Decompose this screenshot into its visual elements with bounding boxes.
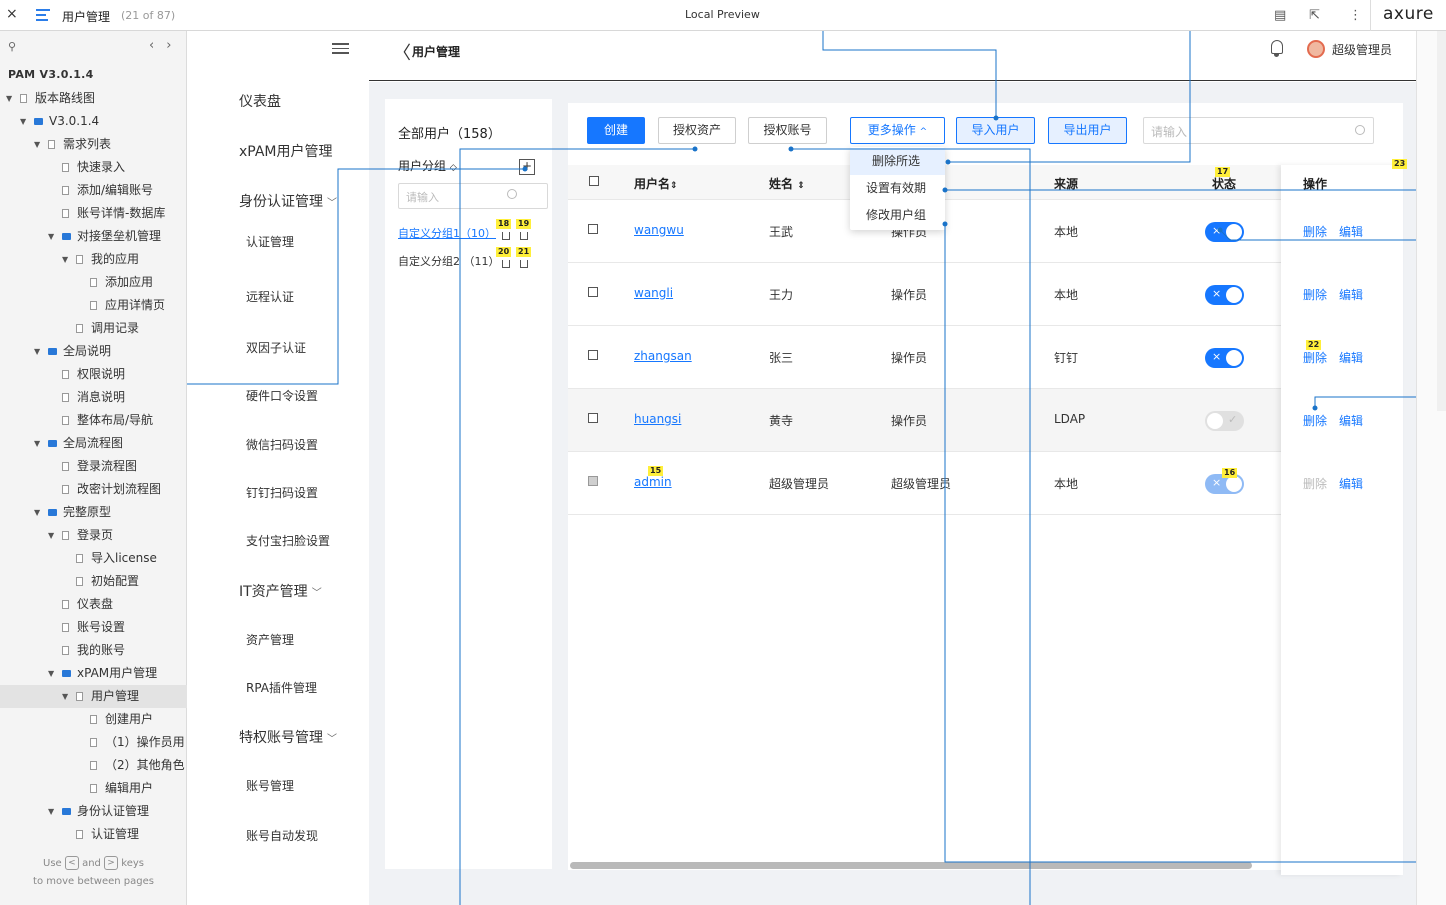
annotation-connectors	[187, 31, 1440, 905]
right-edge-panel	[1416, 31, 1446, 905]
